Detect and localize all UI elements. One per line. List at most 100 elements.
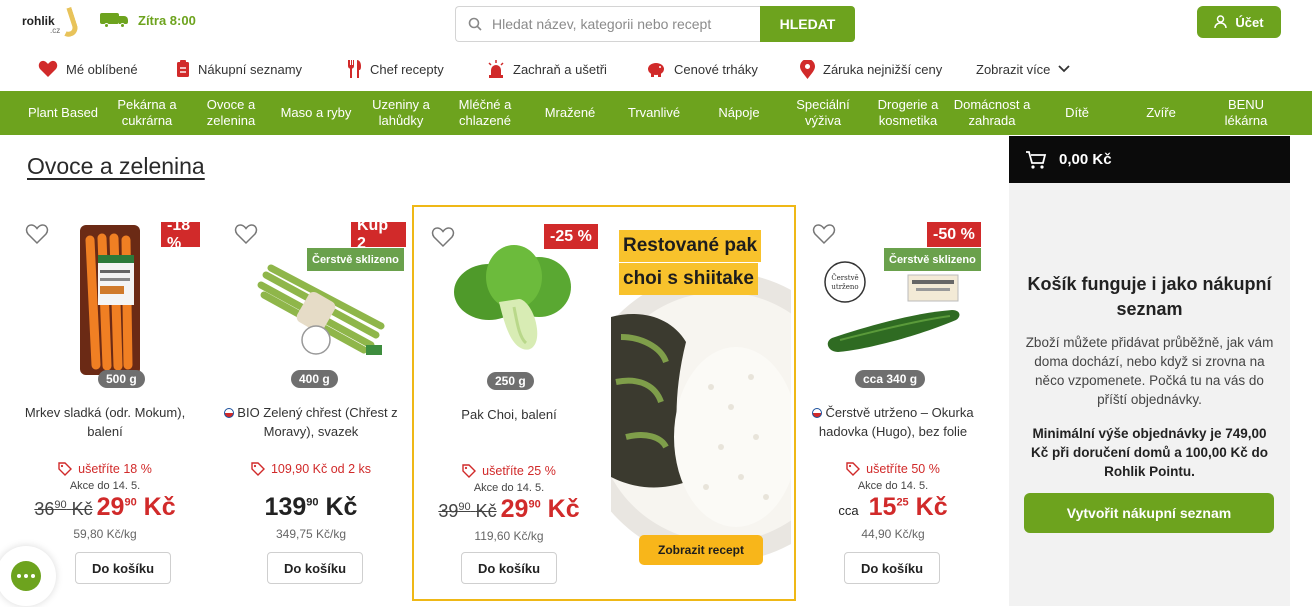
link-save-food[interactable]: Zachraň a ušetři [487, 56, 607, 82]
product-image-carrot[interactable] [40, 220, 180, 380]
product-card[interactable]: -25 % 250 g Pak Choi, balení ušetříte 25… [414, 207, 604, 607]
discount-badge: Kup 2 [351, 217, 406, 252]
cat-frozen[interactable]: Mražené [534, 91, 606, 135]
cat-deli[interactable]: Uzeniny a lahůdky [364, 91, 438, 135]
product-name[interactable]: Pak Choi, balení [414, 405, 604, 424]
price-row: 13990 Kč [216, 493, 406, 522]
promo-until: Akce do 14. 5. [473, 482, 545, 494]
cat-pharmacy[interactable]: BENU lékárna [1210, 91, 1282, 135]
cat-drugstore[interactable]: Drogerie a kosmetika [868, 91, 948, 135]
chat-icon [11, 561, 41, 591]
promo-text: ušetříte 18 % [78, 462, 152, 476]
unit-price: 119,60 Kč/kg [474, 529, 544, 543]
link-lowest-price[interactable]: Záruka nejnižší ceny [800, 56, 942, 82]
current-price: 1525 Kč [868, 493, 948, 521]
link-price-deals[interactable]: Cenové trháky [646, 56, 758, 82]
account-label: Účet [1235, 14, 1264, 30]
promo-text: ušetříte 25 % [482, 464, 556, 478]
page-title[interactable]: Ovoce a zelenina [27, 153, 205, 180]
tag-icon [251, 462, 265, 476]
search-button[interactable]: HLEDAT [760, 6, 855, 42]
weight-badge: 400 g [291, 370, 338, 388]
unit-price: 44,90 Kč/kg [861, 527, 925, 541]
product-name[interactable]: Čerstvě utrženo – Okurka hadovka (Hugo),… [798, 403, 988, 441]
discount-badge: -18 % [161, 217, 200, 252]
rohlik-logo[interactable]: rohlik .cz [22, 6, 80, 40]
add-to-cart-button[interactable]: Do košíku [844, 552, 940, 584]
cat-fruit-vegetables[interactable]: Ovoce a zelenina [196, 91, 266, 135]
price-pin-icon [800, 59, 815, 79]
approx-prefix: cca [838, 503, 859, 518]
cart-description: Zboží můžete přidávat průběžně, jak vám … [1025, 335, 1274, 407]
show-recipe-button[interactable]: Zobrazit recept [639, 535, 763, 565]
search-placeholder: Hledat název, kategorii nebo recept [492, 16, 712, 32]
product-card[interactable]: -18 % 500 g Mrkev sladká (odr. Mokum), b… [10, 205, 200, 605]
cat-special-nutrition[interactable]: Speciální výživa [784, 91, 862, 135]
link-label: Zobrazit více [976, 61, 1051, 77]
fresh-badge: Čerstvě sklizeno [884, 248, 981, 271]
product-image-pak-choi[interactable] [444, 232, 584, 392]
link-label: Nákupní seznamy [198, 61, 303, 77]
cart-icon [1026, 150, 1047, 169]
weight-badge: 500 g [98, 370, 145, 388]
current-price: 13990 Kč [264, 493, 358, 521]
cat-drinks[interactable]: Nápoje [704, 91, 774, 135]
tag-icon [846, 462, 861, 476]
link-favorites[interactable]: Mé oblíbené [38, 56, 138, 82]
unit-price: 59,80 Kč/kg [73, 527, 137, 541]
price-row: cca 1525 Kč [798, 493, 988, 522]
czech-flag-icon [224, 408, 235, 418]
cart-heading: Košík funguje i jako nákupní seznam [1027, 274, 1272, 319]
unit-price: 349,75 Kč/kg [275, 527, 347, 541]
chevron-down-icon [1058, 65, 1071, 73]
search-bar: Hledat název, kategorii nebo recept HLED… [455, 6, 855, 42]
heart-icon [38, 60, 58, 77]
cat-pantry[interactable]: Trvanlivé [616, 91, 692, 135]
product-name[interactable]: BIO Zelený chřest (Chřest z Moravy), sva… [216, 403, 406, 441]
cat-dairy[interactable]: Mléčné a chlazené [446, 91, 524, 135]
delivery-slot[interactable]: Zítra 8:00 [100, 12, 196, 28]
link-chef-recipes[interactable]: Chef recepty [346, 56, 444, 82]
cart-sidebar: 0,00 Kč Košík funguje i jako nákupní sez… [1009, 136, 1290, 606]
cat-child[interactable]: Dítě [1042, 91, 1112, 135]
weight-badge: cca 340 g [855, 370, 926, 388]
add-to-cart-button[interactable]: Do košíku [75, 552, 171, 584]
old-price: 3990 Kč [438, 501, 497, 521]
cat-bakery[interactable]: Pekárna a cukrárna [110, 91, 184, 135]
user-icon [1214, 15, 1228, 29]
promo-text: ušetříte 50 % [866, 462, 940, 476]
add-to-cart-button[interactable]: Do košíku [267, 552, 363, 584]
clipboard-icon [177, 60, 189, 77]
discount-badge: -25 % [544, 224, 598, 249]
product-name[interactable]: Mrkev sladká (odr. Mokum), balení [10, 403, 200, 441]
svg-text:Čerstvě: Čerstvě [831, 273, 858, 282]
link-show-more[interactable]: Zobrazit více [976, 56, 1071, 82]
cat-meat-fish[interactable]: Maso a ryby [274, 91, 358, 135]
old-price: 3690 Kč [34, 499, 93, 519]
account-button[interactable]: Účet [1197, 6, 1281, 38]
product-card[interactable]: Kup 2 Čerstvě sklizeno 400 g BIO Zelený … [216, 205, 406, 605]
promo-until: Akce do 14. 5. [857, 480, 929, 492]
truck-icon [100, 12, 130, 28]
siren-icon [488, 60, 504, 78]
fresh-badge: Čerstvě sklizeno [307, 248, 404, 271]
promo-line: 109,90 Kč od 2 ks [216, 462, 406, 476]
cart-total: 0,00 Kč [1059, 151, 1112, 168]
category-nav: Plant Based Pekárna a cukrárna Ovoce a z… [0, 91, 1312, 135]
delivery-time: Zítra 8:00 [138, 12, 196, 28]
cat-plant-based[interactable]: Plant Based [20, 91, 106, 135]
link-label: Cenové trháky [674, 61, 758, 77]
promo-line: ušetříte 50 % [798, 462, 988, 476]
link-shopping-lists[interactable]: Nákupní seznamy [176, 56, 302, 82]
create-shopping-list-button[interactable]: Vytvořit nákupní seznam [1024, 493, 1274, 533]
recipe-title-line2: choi s shiitake [619, 263, 758, 295]
cat-animal[interactable]: Zvíře [1126, 91, 1196, 135]
piggy-bank-icon [648, 63, 664, 77]
recipe-promo[interactable]: Restované pak choi s shiitake Zobrazit r… [611, 207, 791, 573]
product-card[interactable]: Čerstvě utrženo -50 % Čerstvě sklizeno c… [798, 205, 988, 605]
search-input[interactable]: Hledat název, kategorii nebo recept [455, 6, 760, 42]
link-label: Záruka nejnižší ceny [823, 61, 943, 77]
add-to-cart-button[interactable]: Do košíku [461, 552, 557, 584]
cart-header[interactable]: 0,00 Kč [1009, 136, 1290, 183]
cat-home-garden[interactable]: Domácnost a zahrada [952, 91, 1032, 135]
